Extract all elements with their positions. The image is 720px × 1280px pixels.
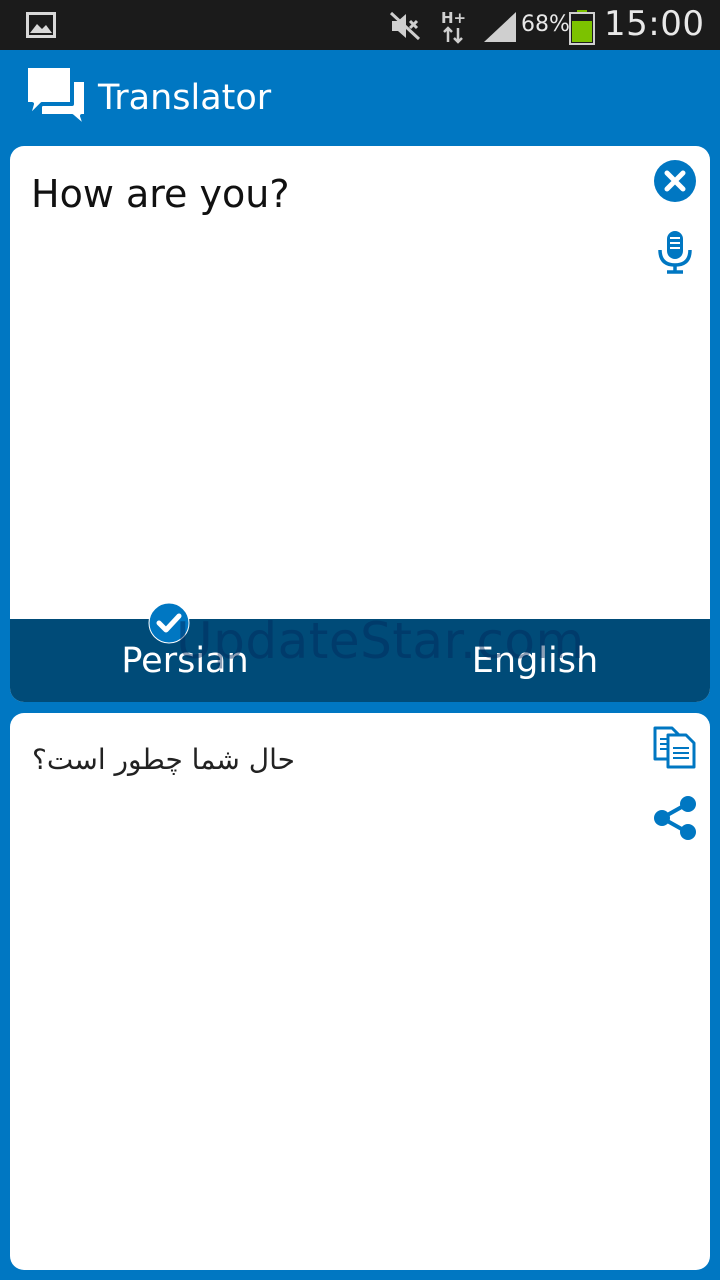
clock: 15:00	[604, 4, 705, 44]
battery-icon	[568, 9, 596, 49]
network-type-label: H+	[441, 9, 466, 27]
network-icon: H+	[440, 8, 470, 48]
app-bar: Translator	[0, 50, 720, 146]
battery-percent: 68%	[521, 12, 570, 37]
target-language-button[interactable]: English	[360, 619, 710, 702]
close-circle-icon	[654, 160, 696, 206]
mute-icon	[388, 10, 422, 46]
chat-bubbles-icon	[24, 64, 90, 134]
microphone-icon	[656, 231, 694, 278]
share-icon	[652, 796, 698, 845]
output-card: حال شما چطور است؟	[10, 713, 710, 1270]
status-bar: H+ 68% 15:00	[0, 0, 720, 50]
copy-button[interactable]	[652, 725, 698, 773]
target-language-label: English	[471, 641, 599, 681]
language-bar: Persian English	[10, 619, 710, 702]
app-title: Translator	[98, 78, 272, 118]
share-button[interactable]	[652, 795, 698, 845]
signal-icon	[482, 10, 518, 48]
translation-text: حال شما چطور است؟	[32, 743, 295, 776]
copy-icon	[652, 726, 698, 773]
selected-check-icon	[148, 602, 190, 648]
gallery-icon	[26, 12, 56, 42]
input-card: How are you? Persian English	[10, 146, 710, 702]
input-text-field[interactable]: How are you?	[31, 172, 290, 216]
clear-button[interactable]	[654, 160, 696, 206]
microphone-button[interactable]	[656, 230, 694, 278]
